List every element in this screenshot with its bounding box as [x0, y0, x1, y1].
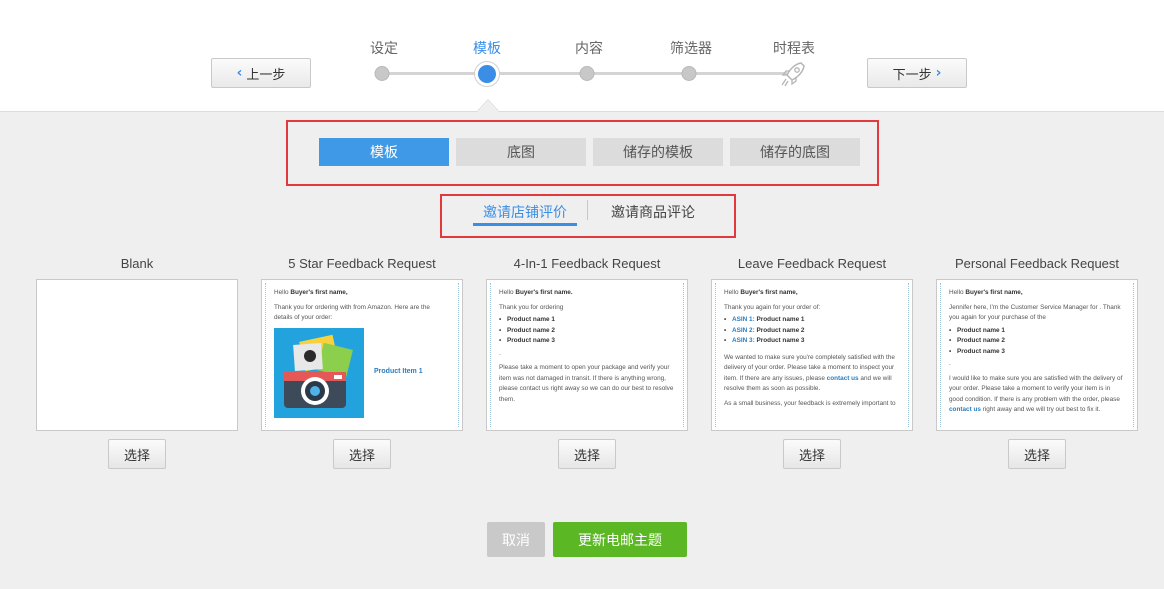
select-template-button[interactable]: 选择	[783, 439, 841, 469]
preview-greeting: Hello Buyer's first name,	[274, 289, 348, 296]
wizard-header: ‹ 上一步 设定 模板 内容 筛选器 时程表 下一步 ›	[0, 0, 1164, 112]
preview-intro: Thank you again for your order of:	[724, 303, 821, 311]
preview-greeting: Hello Buyer's first name,	[949, 289, 1023, 296]
list-item: Product name 1	[499, 315, 675, 326]
preview-intro: Jennifer here, I'm the Customer Service …	[949, 303, 1121, 322]
subtab-active-underline	[473, 223, 577, 226]
preview-body: We wanted to make sure you're completely…	[724, 353, 895, 393]
preview-body: Please take a moment to open your packag…	[499, 364, 674, 403]
preview-product-list: Product name 1 Product name 2 Product na…	[949, 326, 1125, 358]
step-label-schedule[interactable]: 时程表	[773, 38, 815, 58]
preview-product-list: ASIN 1: Product name 1 ASIN 2: Product n…	[724, 315, 900, 347]
subtab-divider	[587, 200, 588, 220]
preview-intro: Thank you for ordering	[499, 303, 564, 311]
template-preview-leave-feedback[interactable]: Hello Buyer's first name, Thank you agai…	[711, 279, 913, 431]
subtab-store-feedback[interactable]: 邀请店铺评价	[483, 202, 567, 222]
step-label-settings[interactable]: 设定	[370, 38, 398, 58]
template-title: 4-In-1 Feedback Request	[513, 256, 661, 271]
template-preview-personal[interactable]: Hello Buyer's first name, Jennifer here,…	[936, 279, 1138, 431]
step-pointer	[477, 100, 499, 112]
chevron-left-icon: ‹	[236, 65, 243, 81]
cancel-button[interactable]: 取消	[487, 522, 545, 557]
select-template-button[interactable]: 选择	[558, 439, 616, 469]
tab-saved-layouts[interactable]: 储存的底图	[730, 138, 860, 166]
tab-saved-templates[interactable]: 储存的模板	[593, 138, 723, 166]
list-item: Product name 2	[949, 336, 1125, 347]
select-template-button[interactable]: 选择	[1008, 439, 1066, 469]
preview-greeting: Hello Buyer's first name,	[724, 289, 798, 296]
chevron-right-icon: ›	[935, 65, 942, 81]
prev-step-button[interactable]: ‹ 上一步	[211, 58, 311, 88]
prev-step-label: 上一步	[246, 67, 286, 83]
camera-photo-icon	[274, 327, 364, 418]
preview-product-list: Product name 1 Product name 2 Product na…	[499, 315, 675, 347]
next-step-label: 下一步	[892, 67, 932, 83]
preview-body: I would like to make sure you are satisf…	[949, 374, 1123, 414]
template-title: 5 Star Feedback Request	[288, 256, 436, 271]
preview-body-2: As a small business, your feedback is ex…	[724, 399, 896, 407]
subtab-product-review[interactable]: 邀请商品评论	[611, 202, 695, 222]
step-dot-settings[interactable]	[374, 66, 390, 81]
list-item: Product name 3	[949, 347, 1125, 358]
list-item: ASIN 1: Product name 1	[724, 315, 900, 326]
list-item: ASIN 2: Product name 2	[724, 326, 900, 337]
preview-greeting: Hello Buyer's first name.	[499, 289, 573, 296]
list-item: Product name 2	[499, 326, 675, 337]
list-item: Product name 1	[949, 326, 1125, 337]
template-preview-blank[interactable]	[36, 279, 238, 431]
preview-dot: .	[949, 360, 951, 367]
product-item-link: Product Item 1	[374, 368, 423, 376]
select-template-button[interactable]: 选择	[108, 439, 166, 469]
step-label-content[interactable]: 内容	[575, 38, 603, 58]
template-title: Blank	[120, 256, 154, 271]
template-title: Personal Feedback Request	[954, 256, 1120, 271]
rocket-icon[interactable]	[779, 60, 809, 88]
next-step-button[interactable]: 下一步 ›	[867, 58, 967, 88]
update-email-subject-button[interactable]: 更新电邮主题	[553, 522, 687, 557]
tab-layouts[interactable]: 底图	[456, 138, 586, 166]
preview-dot: .	[499, 349, 501, 357]
template-preview-4-in-1[interactable]: Hello Buyer's first name. Thank you for …	[486, 279, 688, 431]
step-label-template[interactable]: 模板	[473, 38, 501, 58]
step-dot-filters[interactable]	[681, 66, 697, 81]
list-item: Product name 3	[499, 336, 675, 347]
select-template-button[interactable]: 选择	[333, 439, 391, 469]
step-dot-content[interactable]	[579, 66, 595, 81]
step-label-filters[interactable]: 筛选器	[670, 38, 712, 58]
template-title: Leave Feedback Request	[737, 256, 887, 271]
template-preview-5-star[interactable]: Hello Buyer's first name, Thank you for …	[261, 279, 463, 431]
tab-templates[interactable]: 模板	[319, 138, 449, 166]
preview-body: Thank you for ordering with from Amazon.…	[274, 303, 430, 322]
step-dot-template[interactable]	[475, 62, 499, 86]
list-item: ASIN 3: Product name 3	[724, 336, 900, 347]
